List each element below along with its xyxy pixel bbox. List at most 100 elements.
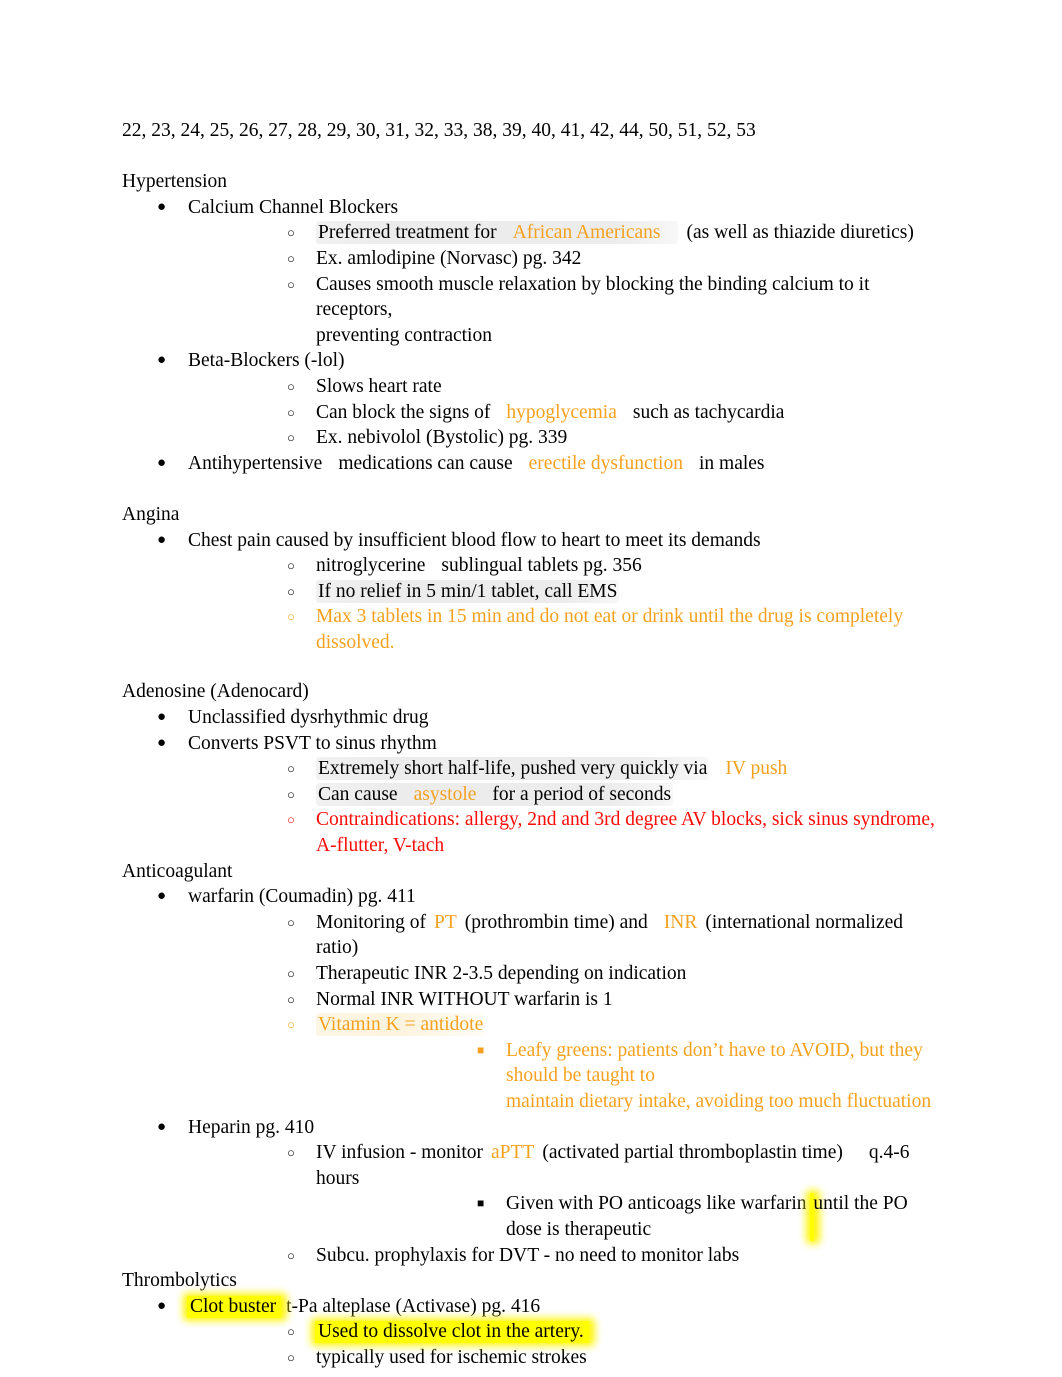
nitroglycerine-term: nitroglycerine xyxy=(316,555,426,577)
bullet-disc-icon: ● xyxy=(157,531,167,548)
iv-push-term: IV push xyxy=(725,758,788,780)
monitoring-middle: (prothrombin time) and xyxy=(464,911,648,933)
vitamin-k-sublist: ■ Leafy greens: patients don’t have to A… xyxy=(316,1038,942,1115)
ccb-mechanism-line-1: Causes smooth muscle relaxation by block… xyxy=(316,273,870,321)
preferred-treatment-highlighted-group: Preferred treatment for African Americans xyxy=(316,221,679,245)
nebivolol-text: Ex. nebivolol (Bystolic) pg. 339 xyxy=(316,427,568,449)
list-item-warfarin: ● warfarin (Coumadin) pg. 411 ○ Monitori… xyxy=(122,884,942,1114)
dissolve-clot-highlight: Used to dissolve clot in the artery. xyxy=(318,1321,584,1343)
heparin-sublist: ○ IV infusion - monitor aPTT (activated pa… xyxy=(188,1140,942,1268)
asystole-prefix: Can cause xyxy=(318,783,398,805)
section-heading-hypertension: Hypertension xyxy=(122,171,228,193)
list-item-converts-psvt: ● Converts PSVT to sinus rhythm ○ Extrem… xyxy=(122,731,942,859)
thrombolytics-list: ● Clot buster t-Pa alteplase (Activase) p… xyxy=(122,1294,942,1371)
amlodipine-text: Ex. amlodipine (Norvasc) pg. 342 xyxy=(316,247,582,269)
list-item-blocks-hypoglycemia-signs: ○ Can block the signs of hypoglycemia such… xyxy=(188,400,942,426)
max-tablets-line-1: Max 3 tablets in 15 min and do not eat o… xyxy=(316,606,904,628)
ccb-sublist: ○ Preferred treatment for African America… xyxy=(188,220,942,348)
list-item-beta-blockers: ● Beta-Blockers (-lol) ○ Slows heart rat… xyxy=(122,348,942,450)
bullet-disc-icon: ● xyxy=(157,1297,167,1314)
list-item-chest-pain: ● Chest pain caused by insufficient bloo… xyxy=(122,528,942,656)
bullet-disc-icon: ● xyxy=(157,352,167,369)
preferred-treatment-prefix: Preferred treatment for xyxy=(318,222,497,244)
bullet-circle-icon: ○ xyxy=(287,378,295,394)
clot-buster-highlight: Clot buster xyxy=(190,1295,277,1317)
heparin-overlap-sublist: ■ Given with PO anticoags like warfarin … xyxy=(316,1191,942,1242)
block-signs-suffix: such as tachycardia xyxy=(632,401,785,423)
adenosine-list: ● Unclassified dysrhythmic drug ● Conver… xyxy=(122,705,942,859)
anticoagulant-list: ● warfarin (Coumadin) pg. 411 ○ Monitori… xyxy=(122,884,942,1268)
hypertension-list: ● Calcium Channel Blockers ○ Preferred t… xyxy=(122,195,942,477)
list-item-normal-inr: ○ Normal INR WITHOUT warfarin is 1 xyxy=(188,987,942,1013)
bullet-circle-icon: ○ xyxy=(287,430,295,446)
bullet-circle-icon: ○ xyxy=(287,786,295,802)
list-item-contraindications: ○ Contraindications: allergy, 2nd and 3r… xyxy=(188,807,942,858)
thrombolytics-sublist: ○ Used to dissolve clot in the artery. ○… xyxy=(188,1319,942,1370)
list-item-dissolve-clot: ○ Used to dissolve clot in the artery. xyxy=(188,1319,942,1345)
list-item-vitamin-k-antidote: ○ Vitamin K = antidote ■ Leafy greens: p… xyxy=(188,1012,942,1114)
bullet-circle-icon: ○ xyxy=(287,225,295,241)
bullet-disc-icon: ● xyxy=(157,709,167,726)
chest-pain-text: Chest pain caused by insufficient blood … xyxy=(188,529,761,551)
subcu-prophylaxis-text: Subcu. prophylaxis for DVT - no need to … xyxy=(316,1244,740,1266)
contraindications-line-1: Contraindications: allergy, 2nd and 3rd … xyxy=(316,809,935,831)
antihypertensive-middle: medications can cause xyxy=(338,452,513,474)
slows-heart-rate-text: Slows heart rate xyxy=(316,375,442,397)
list-item-calcium-channel-blockers: ● Calcium Channel Blockers ○ Preferred t… xyxy=(122,195,942,349)
half-life-text: Extremely short half-life, pushed very q… xyxy=(316,757,710,781)
bullet-circle-icon: ○ xyxy=(287,966,295,981)
max-tablets-line-2: dissolved. xyxy=(316,631,395,653)
list-item-nebivolol-example: ○ Ex. nebivolol (Bystolic) pg. 339 xyxy=(188,425,942,451)
contraindications-line-2: A-flutter, V-tach xyxy=(316,835,445,857)
bullet-circle-icon: ○ xyxy=(287,1247,295,1263)
section-heading-thrombolytics: Thrombolytics xyxy=(122,1270,237,1292)
list-item-nitroglycerine: ○ nitroglycerine sublingual tablets pg. 3… xyxy=(188,553,942,579)
african-americans-term: African Americans xyxy=(512,222,661,244)
section-heading-adenosine: Adenosine (Adenocard) xyxy=(122,681,309,703)
bullet-circle-icon: ○ xyxy=(287,812,295,828)
list-item-given-with-po-anticoags: ■ Given with PO anticoags like warfarin … xyxy=(316,1191,942,1242)
vitamin-k-text: Vitamin K = antidote xyxy=(316,1013,486,1037)
unclassified-text: Unclassified dysrhythmic drug xyxy=(188,707,429,729)
alteplase-text: t-Pa alteplase (Activase) pg. 416 xyxy=(286,1295,541,1317)
iv-infusion-prefix: IV infusion - monitor xyxy=(316,1142,484,1164)
aptt-expansion: (activated partial thromboplastin time) xyxy=(542,1142,843,1164)
pt-term: PT xyxy=(433,911,457,933)
list-item-unclassified-dysrhythmic: ● Unclassified dysrhythmic drug xyxy=(122,705,942,731)
bullet-circle-icon: ○ xyxy=(287,276,295,292)
list-item-therapeutic-inr: ○ Therapeutic INR 2-3.5 depending on ind… xyxy=(188,961,942,987)
bullet-circle-icon: ○ xyxy=(287,761,295,777)
list-item-antihypertensive-erectile-dysfunction: ● Antihypertensive medications can cause e… xyxy=(122,451,942,477)
beta-blockers-label: Beta-Blockers (-lol) xyxy=(188,350,345,372)
list-item-subcu-prophylaxis: ○ Subcu. prophylaxis for DVT - no need t… xyxy=(188,1243,942,1269)
angina-sublist: ○ nitroglycerine sublingual tablets pg. 3… xyxy=(188,553,942,655)
bullet-disc-icon: ● xyxy=(157,1118,167,1135)
ischemic-strokes-text: typically used for ischemic strokes xyxy=(316,1346,587,1368)
aptt-term: aPTT xyxy=(491,1142,535,1164)
list-item-slows-heart-rate: ○ Slows heart rate xyxy=(188,374,942,400)
bullet-disc-icon: ● xyxy=(157,198,167,215)
bullet-square-icon: ■ xyxy=(477,1042,485,1057)
page-numbers-line: 22, 23, 24, 25, 26, 27, 28, 29, 30, 31, … xyxy=(122,120,756,141)
list-item-clot-buster: ● Clot buster t-Pa alteplase (Activase) p… xyxy=(122,1294,942,1371)
heparin-label: Heparin pg. 410 xyxy=(188,1116,315,1138)
list-item-amlodipine-example: ○ Ex. amlodipine (Norvasc) pg. 342 xyxy=(188,246,942,272)
list-item-iv-infusion-aptt: ○ IV infusion - monitor aPTT (activated pa… xyxy=(188,1140,942,1242)
bullet-circle-icon: ○ xyxy=(287,583,295,599)
bullet-circle-icon: ○ xyxy=(287,250,295,266)
bullet-circle-icon: ○ xyxy=(287,1349,295,1365)
monitoring-prefix: Monitoring of xyxy=(316,911,426,933)
adenosine-sublist: ○ Extremely short half-life, pushed very… xyxy=(188,756,942,858)
asystole-term: asystole xyxy=(413,783,477,805)
document-page: 22, 23, 24, 25, 26, 27, 28, 29, 30, 31, … xyxy=(0,0,1062,1377)
list-item-leafy-greens: ■ Leafy greens: patients don’t have to A… xyxy=(316,1038,942,1115)
thiazide-note: (as well as thiazide diuretics) xyxy=(686,222,914,244)
asystole-group: Can cause asystole for a period of seconds xyxy=(316,782,674,806)
call-ems-text: If no relief in 5 min/1 tablet, call EMS xyxy=(316,579,620,603)
list-item-short-half-life: ○ Extremely short half-life, pushed very… xyxy=(188,756,942,782)
list-item-max-three-tablets: ○ Max 3 tablets in 15 min and do not eat… xyxy=(188,604,942,655)
bullet-circle-icon: ○ xyxy=(287,1017,295,1033)
asystole-suffix: for a period of seconds xyxy=(492,783,672,805)
